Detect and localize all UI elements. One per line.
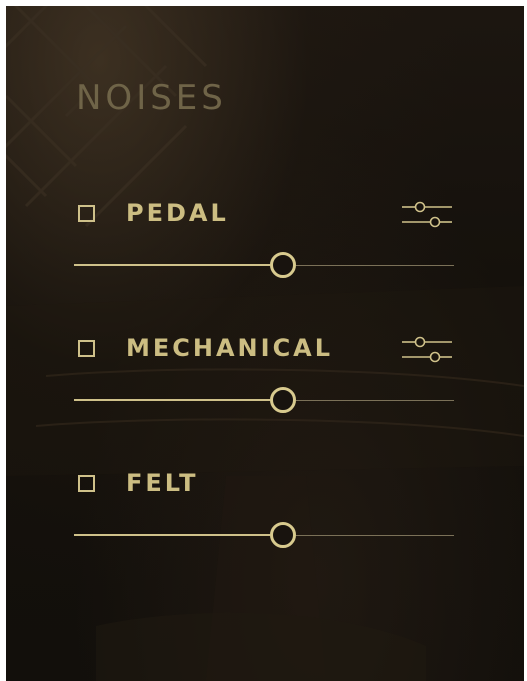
pedal-slider-track [296, 264, 454, 266]
pedal-slider-thumb[interactable] [270, 252, 296, 278]
pedal-checkbox[interactable] [78, 205, 95, 222]
panel-title: NOISES [76, 78, 227, 118]
pedal-slider[interactable] [74, 250, 454, 280]
mechanical-settings-button[interactable] [398, 333, 454, 367]
felt-slider-thumb[interactable] [270, 522, 296, 548]
felt-slider-fill [74, 534, 270, 536]
mechanical-slider[interactable] [74, 385, 454, 415]
sliders-icon [402, 336, 452, 363]
felt-label: FELT [126, 469, 199, 497]
mechanical-checkbox[interactable] [78, 340, 95, 357]
mechanical-slider-track [296, 399, 454, 401]
mechanical-slider-fill [74, 399, 270, 401]
mechanical-slider-thumb[interactable] [270, 387, 296, 413]
pedal-settings-button[interactable] [398, 198, 454, 232]
pedal-label: PEDAL [126, 199, 229, 227]
noise-row-felt: FELT [6, 464, 524, 574]
noise-row-mechanical: MECHANICAL [6, 329, 524, 439]
noises-panel: NOISES PEDAL MECHANICAL FELT [6, 6, 524, 681]
mechanical-label: MECHANICAL [126, 334, 334, 362]
sliders-icon [402, 201, 452, 228]
pedal-slider-fill [74, 264, 270, 266]
noise-row-pedal: PEDAL [6, 194, 524, 304]
felt-checkbox[interactable] [78, 475, 95, 492]
felt-slider-track [296, 534, 454, 536]
felt-slider[interactable] [74, 520, 454, 550]
